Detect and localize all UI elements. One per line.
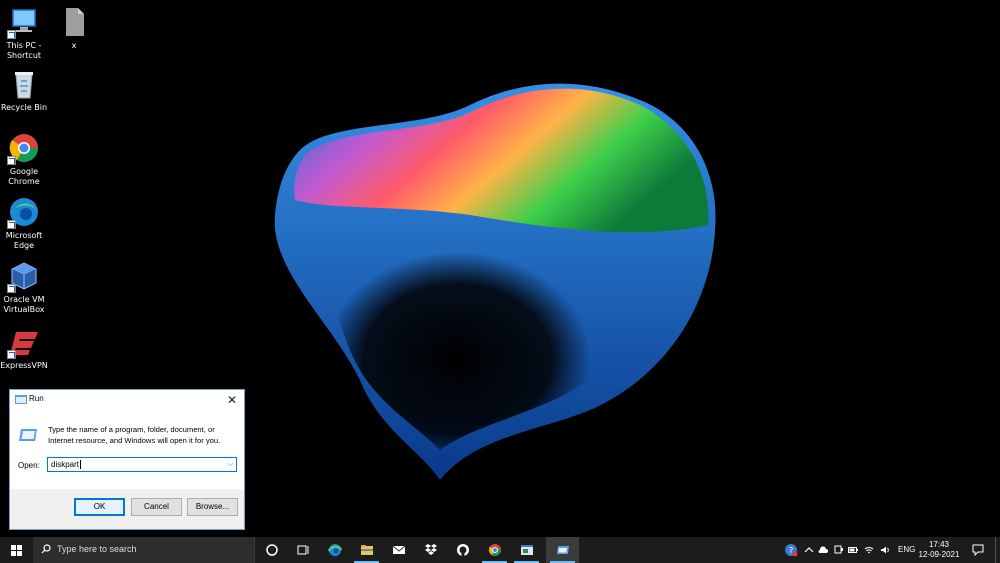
run-dialog-description: Type the name of a program, folder, docu… — [48, 425, 221, 445]
expressvpn-icon — [7, 326, 40, 359]
taskbar-run[interactable] — [546, 537, 579, 563]
desktop-icon-recycle-bin[interactable]: Recycle Bin — [0, 68, 48, 113]
taskbar-edge[interactable] — [318, 537, 351, 563]
open-input-value[interactable]: diskpart — [51, 460, 79, 469]
run-dialog-footer: OK Cancel Browse... — [10, 489, 244, 529]
taskbar-search-box[interactable]: Type here to search — [33, 537, 255, 563]
close-icon[interactable]: ✕ — [224, 392, 240, 408]
shortcut-arrow-icon — [7, 284, 16, 293]
monitor-icon[interactable] — [834, 545, 844, 555]
notification-icon[interactable] — [972, 544, 984, 556]
search-icon — [41, 544, 51, 554]
clock[interactable]: 17:43 12-09-2021 — [918, 540, 960, 560]
task-view-icon — [297, 545, 309, 555]
desktop-icon-microsoft-edge[interactable]: Microsoft Edge — [0, 196, 48, 251]
shortcut-arrow-icon — [7, 156, 16, 165]
desktop-icon-virtualbox[interactable]: Oracle VM VirtualBox — [0, 260, 48, 315]
shortcut-arrow-icon — [7, 220, 16, 229]
ok-button[interactable]: OK — [74, 498, 125, 516]
cloud-icon[interactable] — [818, 545, 828, 555]
desktop-icon-label: Recycle Bin — [0, 103, 48, 112]
text-caret — [80, 460, 82, 470]
search-placeholder: Type here to search — [57, 544, 137, 554]
desktop-icon-expressvpn[interactable]: ExpressVPN — [0, 326, 48, 371]
desktop-icon-this-pc[interactable]: This PC - Shortcut — [0, 6, 48, 61]
taskbar-mail[interactable] — [382, 537, 415, 563]
desktop-icon-file-x[interactable]: x — [50, 6, 98, 51]
run-dialog[interactable]: Run ✕ Type the name of a program, folder… — [9, 389, 245, 530]
taskbar-file-explorer[interactable] — [350, 537, 383, 563]
run-titlebar[interactable]: Run ✕ — [10, 390, 244, 410]
show-desktop-button[interactable] — [995, 537, 1000, 563]
open-label: Open: — [18, 461, 40, 470]
clock-date: 12-09-2021 — [918, 550, 960, 559]
desktop-icon-label: Oracle VM VirtualBox — [3, 295, 45, 314]
windows-logo-icon — [11, 545, 22, 556]
start-button[interactable] — [0, 537, 33, 563]
taskbar-task-view[interactable] — [286, 537, 319, 563]
dropbox-icon — [425, 544, 437, 555]
run-icon — [557, 546, 569, 554]
shortcut-arrow-icon — [7, 350, 16, 359]
cortana-icon — [266, 544, 278, 556]
browse-button[interactable]: Browse... — [187, 498, 238, 516]
taskbar-chrome[interactable] — [478, 537, 511, 563]
desktop-icon-google-chrome[interactable]: Google Chrome — [0, 132, 48, 187]
language-indicator[interactable]: ENG — [898, 545, 915, 554]
file-explorer-icon — [361, 545, 373, 555]
github-icon — [457, 544, 469, 556]
clock-time: 17:43 — [928, 540, 950, 549]
desktop-icon-label: ExpressVPN — [0, 361, 48, 370]
edge-icon — [328, 544, 342, 556]
wifi-icon[interactable] — [864, 545, 874, 555]
mail-icon — [392, 545, 406, 554]
desktop-icon-label: This PC - Shortcut — [6, 41, 42, 60]
run-app-icon — [19, 429, 37, 441]
taskbar-cortana[interactable] — [255, 537, 288, 563]
edge-icon — [7, 196, 40, 229]
chrome-icon — [7, 132, 40, 165]
taskbar-app-window[interactable] — [510, 537, 543, 563]
desktop-icon-label: x — [71, 41, 77, 50]
virtualbox-icon — [7, 260, 40, 293]
file-icon — [58, 6, 90, 38]
volume-icon[interactable] — [880, 545, 890, 555]
taskbar-github[interactable] — [446, 537, 479, 563]
desktop-icon-label: Microsoft Edge — [5, 231, 43, 250]
run-dialog-title: Run — [29, 394, 44, 403]
chrome-icon — [489, 544, 501, 556]
app-window-icon — [521, 545, 533, 555]
taskbar-dropbox[interactable] — [414, 537, 447, 563]
help-icon[interactable]: ? — [784, 543, 798, 557]
desktop-icon-label: Google Chrome — [8, 167, 40, 186]
taskbar: Type here to search ? ENG 17:43 12-09-20… — [0, 537, 1000, 563]
system-tray: ? ENG — [780, 537, 1000, 563]
chevron-down-icon[interactable]: ⌵ — [228, 459, 233, 471]
run-icon — [15, 395, 27, 404]
battery-icon[interactable] — [848, 545, 858, 555]
chevron-up-icon[interactable] — [804, 545, 814, 555]
shortcut-arrow-icon — [7, 30, 16, 39]
recycle-bin-icon — [8, 68, 40, 100]
open-combobox[interactable]: diskpart ⌵ — [47, 457, 237, 472]
cancel-button[interactable]: Cancel — [131, 498, 182, 516]
this-pc-icon — [7, 6, 40, 39]
